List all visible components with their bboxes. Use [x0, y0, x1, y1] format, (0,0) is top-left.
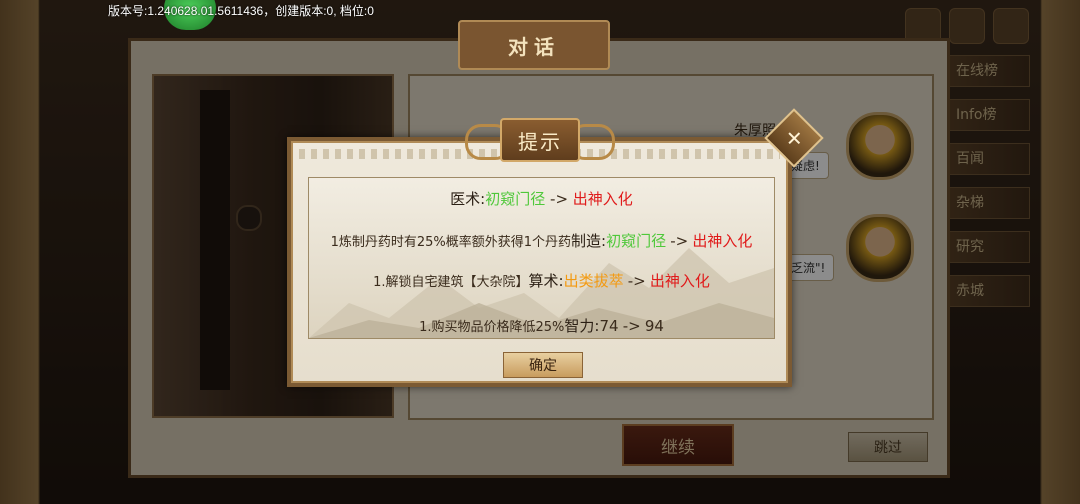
skill-label: 医术: [450, 190, 486, 208]
skill-line: 1.购买物品价格降低25%智力:74 -> 94 [309, 315, 774, 336]
level-to: 出神入化 [649, 272, 710, 290]
skill-label: 智力: [564, 317, 600, 335]
arrow-text: -> [550, 190, 569, 208]
skill-label: 算术: [528, 272, 564, 290]
skill-line: 医术:初窥门径 -> 出神入化 [309, 188, 774, 209]
effect-text: 1炼制丹药时有25%概率额外获得1个丹药 [330, 235, 572, 250]
level-to: 94 [644, 317, 664, 335]
title-plate: 提示 [500, 118, 580, 162]
arrow-text: -> [622, 317, 641, 335]
skill-line: 1炼制丹药时有25%概率额外获得1个丹药制造:初窥门径 -> 出神入化 [309, 230, 774, 251]
level-to: 出神入化 [692, 232, 753, 250]
arrow-text: -> [670, 232, 689, 250]
skill-label: 制造: [571, 232, 607, 250]
dialogue-title-plate: 对话 [458, 20, 610, 70]
dialogue-title: 对话 [508, 34, 560, 59]
skill-upgrade-list: 医术:初窥门径 -> 出神入化 1炼制丹药时有25%概率额外获得1个丹药制造:初… [308, 177, 775, 339]
popup-title: 提示 [518, 129, 562, 154]
close-icon: ✕ [785, 125, 803, 150]
confirm-button[interactable]: 确定 [503, 352, 583, 378]
version-text: 版本号:1.240628.01.5611436，创建版本:0, 档位:0 [108, 4, 374, 18]
arrow-text: -> [627, 272, 646, 290]
level-from: 初窥门径 [485, 190, 546, 208]
effect-text: 1.解锁自宅建筑【大杂院】 [373, 275, 529, 290]
tip-popup: 医术:初窥门径 -> 出神入化 1炼制丹药时有25%概率额外获得1个丹药制造:初… [287, 137, 792, 387]
level-from: 74 [599, 317, 619, 335]
level-from: 初窥门径 [606, 232, 667, 250]
level-to: 出神入化 [572, 190, 633, 208]
skill-line: 1.解锁自宅建筑【大杂院】算术:出类拔萃 -> 出神入化 [309, 270, 774, 291]
popup-title-plate: 提示 [465, 118, 615, 162]
effect-text: 1.购买物品价格降低25% [419, 320, 565, 335]
level-from: 出类拔萃 [563, 272, 624, 290]
